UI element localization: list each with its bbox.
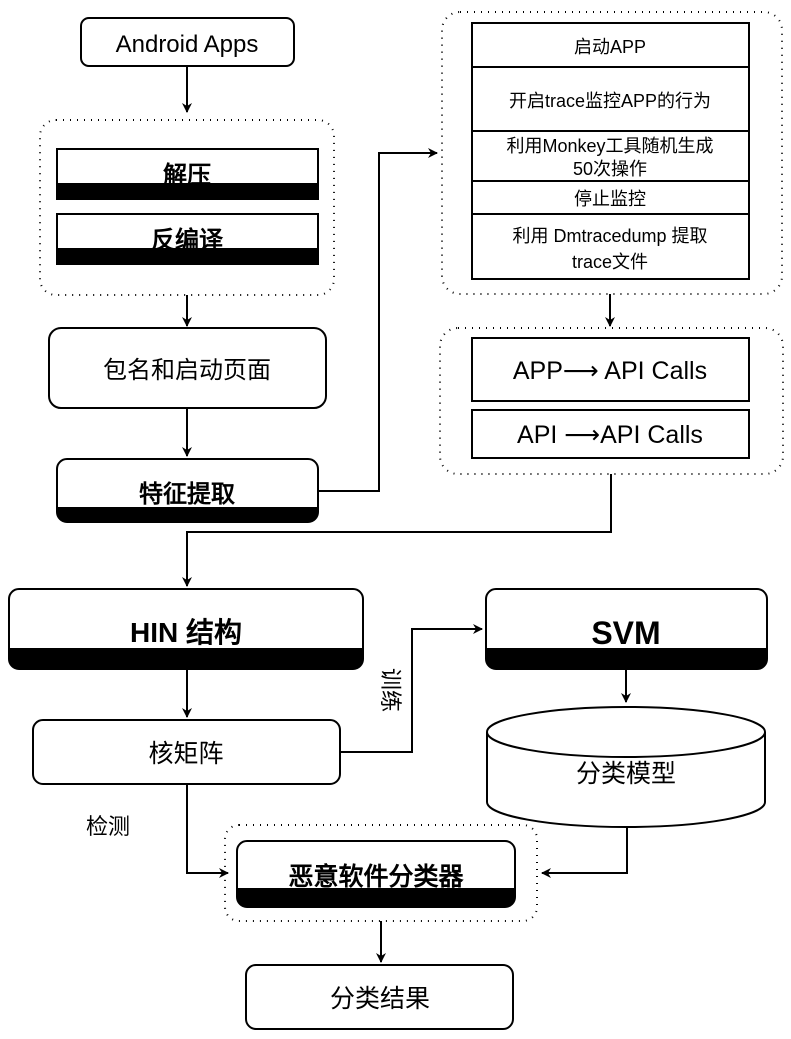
node-result: 分类结果: [245, 964, 514, 1030]
node-app-api-calls-label: APP⟶ API Calls: [513, 357, 707, 385]
node-hin-label: HIN 结构: [130, 617, 242, 648]
label-detect: 检测: [86, 814, 130, 839]
trace-step-1: 启动APP: [574, 37, 646, 57]
node-decompile-label: 反编译: [151, 226, 224, 254]
trace-step-3-line2: 50次操作: [573, 159, 647, 179]
node-package-launch-label: 包名和启动页面: [103, 357, 271, 384]
arrow-feature-to-trace: [318, 148, 438, 492]
node-package-launch: 包名和启动页面: [48, 327, 327, 409]
node-kernel-label: 核矩阵: [148, 740, 223, 768]
label-train: 训练: [378, 668, 403, 712]
node-kernel: 核矩阵: [32, 719, 341, 785]
node-model-label: 分类模型: [576, 760, 676, 788]
trace-step-3-line1: 利用Monkey工具随机生成: [506, 136, 713, 156]
node-feature-extract-label: 特征提取: [139, 480, 235, 508]
node-decompile: 反编译: [56, 213, 319, 265]
node-classifier-label: 恶意软件分类器: [288, 862, 464, 891]
node-svm-label: SVM: [591, 615, 660, 651]
node-result-label: 分类结果: [330, 985, 430, 1013]
trace-step-5-line2: trace文件: [572, 252, 648, 272]
trace-step-5-line1: 利用 Dmtracedump 提取: [512, 226, 707, 246]
trace-step-4: 停止监控: [574, 189, 646, 209]
node-api-api-calls: API ⟶API Calls: [471, 409, 750, 459]
node-unzip: 解压: [56, 148, 319, 200]
node-android-apps-label: Android Apps: [116, 31, 259, 58]
arrow-model-to-classifier: [541, 827, 628, 878]
trace-step-2: 开启trace监控APP的行为: [509, 91, 711, 111]
node-classifier: 恶意软件分类器: [236, 840, 516, 908]
node-model-database: 分类模型: [486, 706, 766, 828]
node-app-api-calls: APP⟶ API Calls: [471, 337, 750, 402]
node-unzip-label: 解压: [163, 161, 211, 189]
trace-steps-table: 启动APP 开启trace监控APP的行为 利用Monkey工具随机生成 50次…: [471, 22, 750, 280]
node-api-api-calls-label: API ⟶API Calls: [517, 421, 703, 449]
node-feature-extract: 特征提取: [56, 458, 319, 523]
node-hin: HIN 结构: [8, 588, 364, 670]
node-android-apps: Android Apps: [80, 17, 295, 67]
flowchart: Android Apps 解压 反编译 包名和启动页面 特征提取 启动APP 开…: [8, 11, 784, 1030]
arrow-kernel-to-classifier: [186, 784, 229, 878]
group-preprocess: [39, 119, 335, 296]
node-svm: SVM: [485, 588, 768, 670]
